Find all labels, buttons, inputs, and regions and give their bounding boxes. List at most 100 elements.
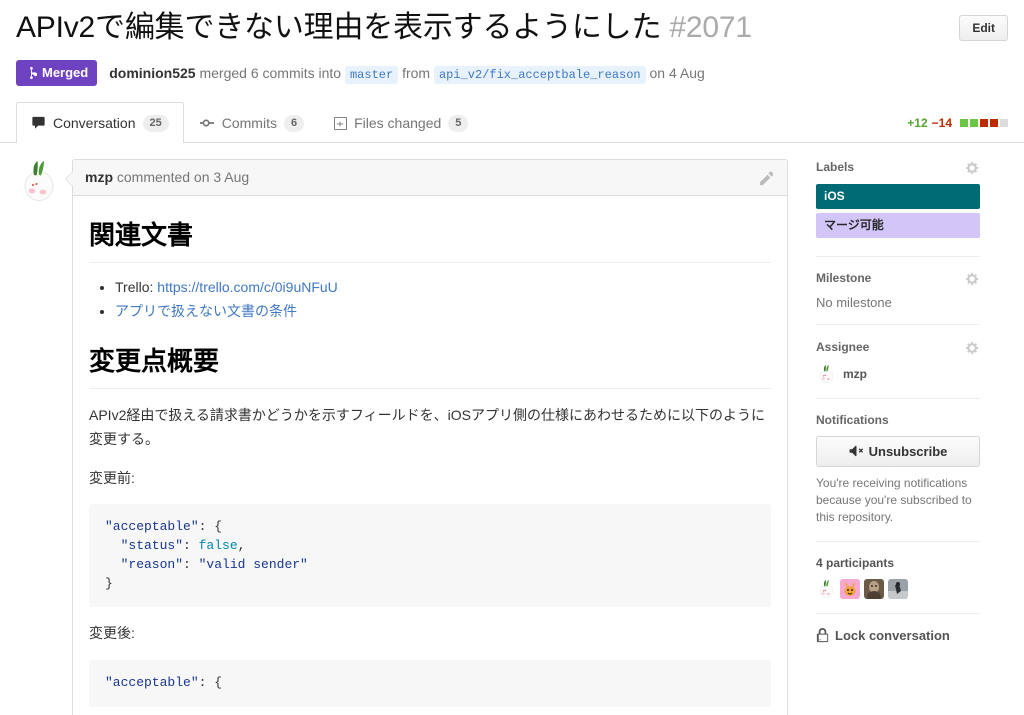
pencil-icon[interactable] <box>760 169 775 186</box>
mute-icon <box>849 445 863 457</box>
tab-commits[interactable]: Commits 6 <box>184 102 319 143</box>
comment-author[interactable]: mzp <box>85 169 113 185</box>
title-row: APIv2で編集できない理由を表示するようにした #2071 Edit <box>16 10 1008 46</box>
assignee-row[interactable]: mzp <box>816 363 980 384</box>
diff-block <box>980 119 988 127</box>
pr-meta-row: Merged dominion525 merged 6 commits into… <box>16 60 1008 86</box>
participant-avatar-portrait[interactable] <box>864 578 884 599</box>
heading-related-docs: 関連文書 <box>89 219 771 263</box>
page-content: mzp commented on 3 Aug 関連文書 Trello: http… <box>0 143 1024 715</box>
dark-photo-avatar-icon <box>888 578 908 599</box>
portrait-avatar-icon <box>864 578 884 599</box>
pull-request-page: APIv2で編集できない理由を表示するようにした #2071 Edit Merg… <box>0 0 1024 715</box>
label-mergeable[interactable]: マージ可能 <box>816 212 980 238</box>
milestone-value: No milestone <box>816 295 892 311</box>
diff-stat: +12 −14 <box>907 116 1008 142</box>
participants-list <box>816 578 980 599</box>
head-branch[interactable]: api_v2/fix_acceptbale_reason <box>433 65 646 84</box>
merge-text-1: merged 6 commits into <box>195 64 345 81</box>
commit-icon <box>199 119 214 127</box>
doc-conditions-link[interactable]: アプリで扱えない文書の条件 <box>115 303 297 319</box>
diff-block <box>970 119 978 127</box>
code-punc: , <box>237 537 246 553</box>
diff-blocks <box>960 119 1008 127</box>
code-punc: : { <box>198 519 223 535</box>
avatar[interactable] <box>16 159 60 203</box>
participants-title: 4 participants <box>816 555 895 570</box>
assignee-header: Assignee <box>816 339 980 355</box>
base-branch[interactable]: master <box>344 65 399 84</box>
heading-change-summary: 変更点概要 <box>89 345 771 389</box>
status-badge-label: Merged <box>42 65 89 80</box>
tab-conversation-count: 25 <box>142 114 169 132</box>
sidebar-section-lock: Lock conversation <box>816 627 980 657</box>
code-block-before: "acceptable": { "status": false, "reason… <box>89 504 771 608</box>
sidebar: Labels iOS マージ可能 Milestone No milestone … <box>800 159 980 715</box>
unsubscribe-button[interactable]: Unsubscribe <box>816 435 980 467</box>
tab-files-changed-count: 5 <box>448 114 469 132</box>
edit-button[interactable]: Edit <box>959 15 1008 41</box>
milestone-header: Milestone <box>816 271 980 287</box>
participant-avatar-pink[interactable] <box>840 578 860 599</box>
merge-icon <box>30 66 37 80</box>
diff-block <box>990 119 998 127</box>
participant-avatar-mzp[interactable] <box>816 578 836 599</box>
code-key: "acceptable" <box>105 674 199 690</box>
assignee-title: Assignee <box>816 339 870 354</box>
lock-conversation-label: Lock conversation <box>835 627 950 643</box>
comment-byline: mzp commented on 3 Aug <box>85 169 249 185</box>
lock-conversation-button[interactable]: Lock conversation <box>816 627 980 643</box>
sidebar-section-notifications: Notifications Unsubscribe You're receivi… <box>816 413 980 542</box>
gear-glyph <box>966 341 979 354</box>
list-item: Trello: https://trello.com/c/0i9uNFuU <box>115 276 771 299</box>
code-key: "status" <box>105 537 184 553</box>
comment-thread-item: mzp commented on 3 Aug 関連文書 Trello: http… <box>16 159 788 715</box>
pencil-glyph <box>760 171 774 185</box>
comment-box: mzp commented on 3 Aug 関連文書 Trello: http… <box>65 159 788 715</box>
diff-block <box>960 119 968 127</box>
tab-files-changed[interactable]: Files changed 5 <box>319 102 483 143</box>
assignee-name: mzp <box>843 366 867 381</box>
tab-conversation[interactable]: Conversation 25 <box>16 102 184 143</box>
merge-author[interactable]: dominion525 <box>109 65 195 81</box>
pr-header: APIv2で編集できない理由を表示するようにした #2071 Edit Merg… <box>0 0 1024 86</box>
pink-rabbit-avatar-icon <box>840 578 860 599</box>
gear-icon[interactable] <box>966 339 980 355</box>
comment-icon <box>32 116 45 129</box>
mzp-avatar-icon <box>816 578 836 599</box>
trello-link[interactable]: https://trello.com/c/0i9uNFuU <box>157 279 338 295</box>
sidebar-section-participants: 4 participants <box>816 556 980 614</box>
sidebar-section-milestone: Milestone No milestone <box>816 271 980 326</box>
gear-glyph <box>966 273 979 286</box>
participant-avatar-dark[interactable] <box>888 578 908 599</box>
status-badge: Merged <box>16 60 98 86</box>
tab-commits-label: Commits <box>221 115 277 131</box>
tab-bar: Conversation 25 Commits 6 Files changed … <box>0 102 1024 143</box>
merge-text-2: from <box>398 64 434 81</box>
file-diff-icon <box>334 116 348 130</box>
tab-conversation-label: Conversation <box>53 115 136 131</box>
unsubscribe-label: Unsubscribe <box>868 443 948 459</box>
code-punc: : <box>183 537 199 553</box>
pr-title-text: APIv2で編集できない理由を表示するようにした <box>16 11 662 44</box>
change-summary-paragraph: APIv2経由で扱える請求書かどうかを示すフィールドを、iOSアプリ側の仕様にあ… <box>89 406 765 448</box>
code-bool: false <box>198 537 238 553</box>
diff-additions: +12 <box>907 116 928 130</box>
notifications-header: Notifications <box>816 413 980 427</box>
lock-icon <box>816 627 829 642</box>
notifications-note: You're receiving notifications because y… <box>816 475 972 525</box>
related-docs-list: Trello: https://trello.com/c/0i9uNFuU アプ… <box>89 276 771 323</box>
tab-commits-count: 6 <box>283 114 305 132</box>
conversation-column: mzp commented on 3 Aug 関連文書 Trello: http… <box>16 159 788 715</box>
gear-icon[interactable] <box>966 271 980 287</box>
assignee-avatar <box>816 363 836 384</box>
label-ios[interactable]: iOS <box>816 183 980 209</box>
merge-description: dominion525 merged 6 commits into master… <box>109 64 705 84</box>
gear-icon[interactable] <box>966 159 980 175</box>
code-key: "acceptable" <box>105 519 199 535</box>
after-label: 変更後: <box>89 625 135 642</box>
code-key: "reason" <box>105 556 184 572</box>
mzp-avatar-icon <box>16 159 60 203</box>
code-punc: : { <box>198 674 223 690</box>
comment-meta: commented on 3 Aug <box>113 169 250 186</box>
